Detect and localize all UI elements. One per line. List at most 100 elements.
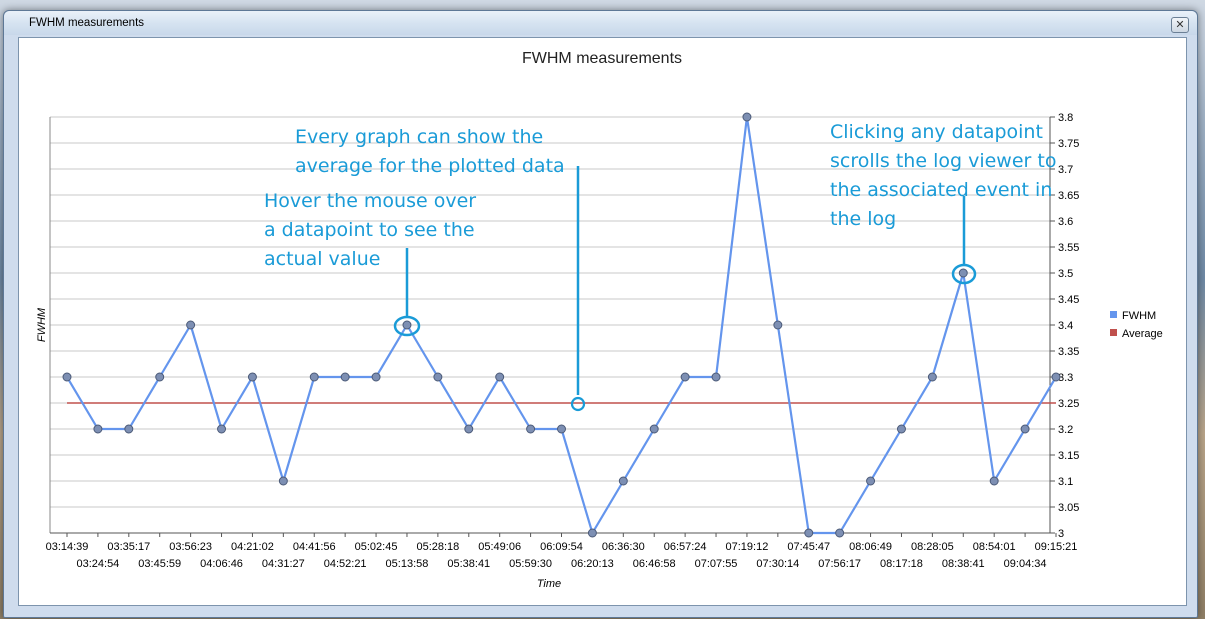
data-point[interactable]: [155, 372, 165, 382]
x-tick-label: 03:45:59: [138, 558, 181, 570]
annotation-click-line-1: Clicking any datapoint: [830, 121, 1043, 143]
callout-average-marker: [570, 396, 586, 412]
annotation-click-line-2: scrolls the log viewer to: [830, 150, 1057, 172]
y-tick-label: 3.75: [1058, 138, 1079, 150]
x-tick-label: 06:46:58: [633, 558, 676, 570]
y-tick-label: 3.5: [1058, 268, 1073, 280]
data-point[interactable]: [835, 528, 845, 538]
annotation-hover-line-3: actual value: [264, 248, 381, 270]
y-tick-label: 3.4: [1058, 320, 1073, 332]
data-point[interactable]: [1020, 424, 1030, 434]
x-tick-label: 03:24:54: [76, 558, 119, 570]
x-tick-label: 05:59:30: [509, 558, 552, 570]
annotation-average-line-2: average for the plotted data: [295, 155, 565, 177]
data-point[interactable]: [711, 372, 721, 382]
y-axis-title: FWHM: [36, 307, 48, 342]
x-tick-label: 05:02:45: [355, 541, 398, 553]
x-tick-label: 04:21:02: [231, 541, 274, 553]
x-tick-label: 07:19:12: [726, 541, 769, 553]
x-tick-label: 08:06:49: [849, 541, 892, 553]
x-tick-label: 07:07:55: [695, 558, 738, 570]
x-tick-label: 07:56:17: [818, 558, 861, 570]
x-tick-label: 07:30:14: [756, 558, 799, 570]
window-title: FWHM measurements: [29, 17, 145, 29]
y-tick-label: 3.35: [1058, 346, 1079, 358]
annotation-hover: Hover the mouse over a datapoint to see …: [264, 187, 476, 274]
legend-swatch: [1110, 329, 1117, 336]
data-point[interactable]: [93, 424, 103, 434]
y-tick-label: 3.55: [1058, 242, 1079, 254]
x-tick-label: 05:38:41: [447, 558, 490, 570]
annotation-hover-line-1: Hover the mouse over: [264, 190, 477, 212]
close-button[interactable]: ✕: [1171, 17, 1189, 33]
data-point[interactable]: [309, 372, 319, 382]
annotation-click: Clicking any datapoint scrolls the log v…: [830, 118, 1056, 234]
data-point[interactable]: [247, 372, 257, 382]
data-point[interactable]: [649, 424, 659, 434]
x-tick-label: 06:20:13: [571, 558, 614, 570]
x-tick-label: 08:28:05: [911, 541, 954, 553]
data-point[interactable]: [618, 476, 628, 486]
y-tick-label: 3.45: [1058, 294, 1079, 306]
data-point[interactable]: [464, 424, 474, 434]
annotation-click-line-4: the log: [830, 208, 897, 230]
x-tick-label: 08:17:18: [880, 558, 923, 570]
data-point[interactable]: [402, 320, 412, 330]
chart-panel: FWHM measurements 3 3.05 3.1 3.15 3.2 3.25 3.3 3…: [18, 37, 1187, 606]
x-tick-label: 03:56:23: [169, 541, 212, 553]
y-tick-label: 3.05: [1058, 502, 1079, 514]
annotation-average-line-1: Every graph can show the: [295, 126, 544, 148]
legend-label: FWHM: [1122, 310, 1156, 322]
data-point[interactable]: [742, 112, 752, 122]
x-tick-label: 03:35:17: [107, 541, 150, 553]
x-tick-label: 06:09:54: [540, 541, 583, 553]
fwhm-window: FWHM measurements ✕ FWHM measurements 3 3.…: [3, 10, 1198, 618]
data-point[interactable]: [186, 320, 196, 330]
data-point[interactable]: [1051, 372, 1061, 382]
chart-title: FWHM measurements: [522, 50, 682, 67]
window-titlebar[interactable]: FWHM measurements ✕: [4, 11, 1197, 35]
legend-swatch: [1110, 311, 1117, 318]
y-tick-label: 3.8: [1058, 112, 1073, 124]
data-point[interactable]: [866, 476, 876, 486]
x-axis-title: Time: [537, 578, 561, 590]
y-tick-label: 3.7: [1058, 164, 1073, 176]
data-point[interactable]: [557, 424, 566, 434]
y-tick-label: 3.25: [1058, 398, 1079, 410]
x-tick-label: 06:36:30: [602, 541, 645, 553]
data-point[interactable]: [587, 528, 597, 538]
x-tick-label: 04:52:21: [324, 558, 367, 570]
data-point[interactable]: [371, 372, 381, 382]
data-point[interactable]: [680, 372, 690, 382]
x-tick-label: 08:54:01: [973, 541, 1016, 553]
x-tick-label: 03:14:39: [46, 541, 89, 553]
data-point[interactable]: [217, 424, 227, 434]
y-tick-label: 3.15: [1058, 450, 1079, 462]
x-tick-label: 05:49:06: [478, 541, 521, 553]
data-point[interactable]: [927, 372, 937, 382]
data-point[interactable]: [804, 528, 814, 538]
x-tick-label: 05:13:58: [386, 558, 429, 570]
data-point[interactable]: [278, 476, 288, 486]
x-tick-label: 08:38:41: [942, 558, 985, 570]
x-tick-label: 04:06:46: [200, 558, 243, 570]
annotation-hover-line-2: a datapoint to see the: [264, 219, 475, 241]
data-point[interactable]: [773, 320, 783, 330]
data-point[interactable]: [340, 372, 350, 382]
data-point[interactable]: [433, 372, 443, 382]
data-point[interactable]: [896, 424, 906, 434]
data-point[interactable]: [124, 424, 134, 434]
x-tick-label: 09:15:21: [1035, 541, 1078, 553]
y-tick-label: 3.1: [1058, 476, 1073, 488]
data-point[interactable]: [958, 268, 968, 278]
x-tick-label: 04:31:27: [262, 558, 305, 570]
data-point[interactable]: [989, 476, 999, 486]
y-tick-label: 3.6: [1058, 216, 1073, 228]
annotation-average: Every graph can show the average for the…: [295, 123, 565, 181]
data-point[interactable]: [62, 372, 72, 382]
legend-label: Average: [1122, 328, 1163, 340]
y-tick-label: 3.65: [1058, 190, 1079, 202]
data-point[interactable]: [526, 424, 536, 434]
data-point[interactable]: [495, 372, 505, 382]
x-tick-label: 06:57:24: [664, 541, 707, 553]
